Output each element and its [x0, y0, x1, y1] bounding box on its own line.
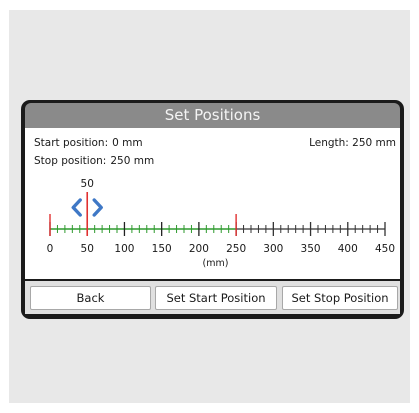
start-position-label: Start position:: [34, 137, 109, 149]
stop-position-value: 250 mm: [110, 155, 155, 167]
stop-position-row: Stop position: 250 mm: [34, 155, 154, 167]
set-stop-position-button[interactable]: Set Stop Position: [282, 286, 398, 310]
set-start-position-button[interactable]: Set Start Position: [155, 286, 277, 310]
dialog-title: Set Positions: [25, 103, 400, 128]
back-button[interactable]: Back: [30, 286, 151, 310]
dialog-content: [25, 128, 400, 279]
start-position-value: 0 mm: [112, 137, 143, 149]
start-position-row: Start position: 0 mm: [34, 137, 143, 149]
length-text: Length: 250 mm: [309, 137, 396, 149]
stop-position-label: Stop position:: [34, 155, 107, 167]
